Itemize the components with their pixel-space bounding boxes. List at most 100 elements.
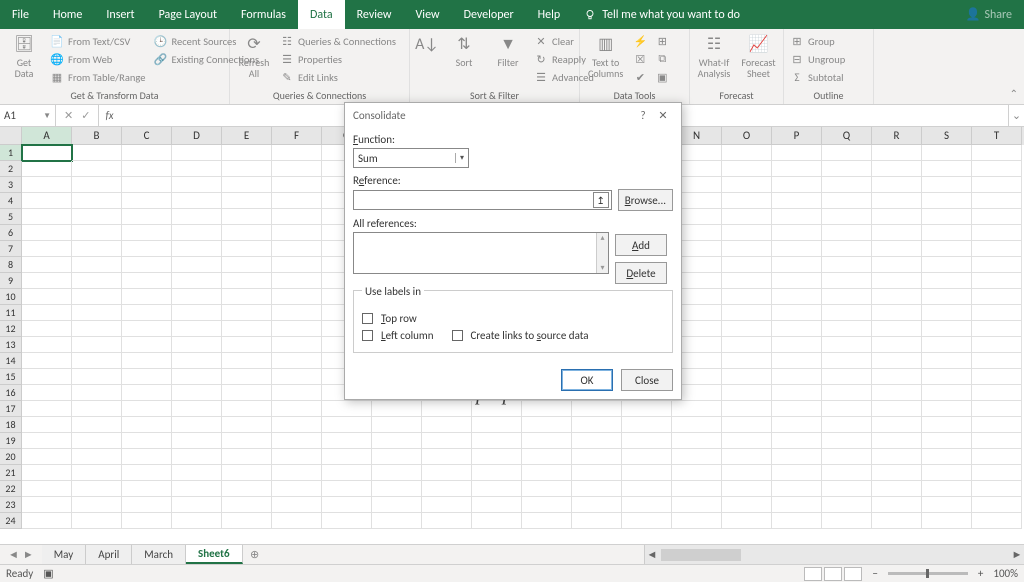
cell[interactable]: [172, 305, 222, 321]
cell[interactable]: [722, 321, 772, 337]
column-header[interactable]: P: [772, 127, 822, 145]
row-header[interactable]: 16: [0, 385, 22, 401]
cell[interactable]: [272, 353, 322, 369]
cell[interactable]: [722, 305, 772, 321]
data-model[interactable]: ▣: [653, 69, 671, 85]
top-row-checkbox[interactable]: Top row: [362, 312, 664, 325]
cell[interactable]: [272, 145, 322, 161]
cell[interactable]: [622, 417, 672, 433]
cell[interactable]: [772, 481, 822, 497]
expand-formula-bar[interactable]: ⌄: [1008, 105, 1024, 126]
cell[interactable]: [722, 497, 772, 513]
add-button[interactable]: Add: [615, 234, 667, 256]
cell[interactable]: [872, 401, 922, 417]
cell[interactable]: [472, 449, 522, 465]
cell[interactable]: [172, 433, 222, 449]
cell[interactable]: [572, 481, 622, 497]
cell[interactable]: [722, 337, 772, 353]
cell[interactable]: [772, 321, 822, 337]
cell[interactable]: [72, 161, 122, 177]
cell[interactable]: [822, 465, 872, 481]
cell[interactable]: [522, 465, 572, 481]
cell[interactable]: [22, 257, 72, 273]
cell[interactable]: [972, 145, 1022, 161]
cell[interactable]: [222, 257, 272, 273]
cell[interactable]: [72, 241, 122, 257]
cell[interactable]: [22, 481, 72, 497]
cell[interactable]: [222, 449, 272, 465]
column-header[interactable]: Q: [822, 127, 872, 145]
from-table-range[interactable]: ▦From Table/Range: [48, 69, 147, 85]
cell[interactable]: [322, 433, 372, 449]
cell[interactable]: [172, 385, 222, 401]
zoom-level[interactable]: 100%: [993, 567, 1018, 580]
cell[interactable]: [372, 401, 422, 417]
cell[interactable]: [772, 241, 822, 257]
cell[interactable]: [872, 433, 922, 449]
cell[interactable]: [272, 241, 322, 257]
page-layout-view-button[interactable]: [824, 567, 842, 581]
cell[interactable]: [772, 177, 822, 193]
cell[interactable]: [222, 145, 272, 161]
cell[interactable]: [722, 193, 772, 209]
close-button[interactable]: Close: [621, 369, 673, 391]
cell[interactable]: [972, 369, 1022, 385]
cell[interactable]: [872, 145, 922, 161]
cell[interactable]: [722, 385, 772, 401]
cell[interactable]: [772, 513, 822, 529]
cell[interactable]: [972, 385, 1022, 401]
cell[interactable]: [922, 225, 972, 241]
cell[interactable]: [72, 513, 122, 529]
cell[interactable]: [272, 257, 322, 273]
cell[interactable]: [522, 497, 572, 513]
cell[interactable]: [222, 481, 272, 497]
cell[interactable]: [822, 193, 872, 209]
cell[interactable]: [422, 481, 472, 497]
page-break-view-button[interactable]: [844, 567, 862, 581]
cell[interactable]: [822, 513, 872, 529]
row-header[interactable]: 2: [0, 161, 22, 177]
cell[interactable]: [872, 369, 922, 385]
cell[interactable]: [122, 321, 172, 337]
cell[interactable]: [322, 417, 372, 433]
cell[interactable]: [472, 513, 522, 529]
row-header[interactable]: 24: [0, 513, 22, 529]
cell[interactable]: [272, 417, 322, 433]
cell[interactable]: [822, 161, 872, 177]
delete-button[interactable]: Delete: [615, 262, 667, 284]
row-header[interactable]: 14: [0, 353, 22, 369]
row-header[interactable]: 10: [0, 289, 22, 305]
cell[interactable]: [922, 465, 972, 481]
share-button[interactable]: 👤 Share: [953, 0, 1024, 29]
cell[interactable]: [22, 385, 72, 401]
filter-button[interactable]: ▼Filter: [488, 33, 528, 70]
cell[interactable]: [172, 353, 222, 369]
cell[interactable]: [322, 513, 372, 529]
cell[interactable]: [672, 449, 722, 465]
tab-formulas[interactable]: Formulas: [229, 0, 298, 29]
zoom-slider[interactable]: [888, 572, 968, 575]
cell[interactable]: [822, 241, 872, 257]
cell[interactable]: [922, 433, 972, 449]
cell[interactable]: [872, 177, 922, 193]
cell[interactable]: [572, 417, 622, 433]
cancel-icon[interactable]: ✕: [64, 109, 73, 122]
cell[interactable]: [72, 385, 122, 401]
cell[interactable]: [172, 321, 222, 337]
column-header[interactable]: B: [72, 127, 122, 145]
cell[interactable]: [472, 433, 522, 449]
next-sheet-icon[interactable]: ►: [23, 548, 34, 561]
cell[interactable]: [972, 353, 1022, 369]
cell[interactable]: [272, 209, 322, 225]
cell[interactable]: [972, 449, 1022, 465]
cell[interactable]: [122, 433, 172, 449]
cell[interactable]: [922, 417, 972, 433]
cell[interactable]: [722, 417, 772, 433]
cell[interactable]: [522, 417, 572, 433]
cell[interactable]: [222, 497, 272, 513]
cell[interactable]: [22, 369, 72, 385]
cell[interactable]: [222, 513, 272, 529]
cell[interactable]: [472, 417, 522, 433]
cell[interactable]: [322, 497, 372, 513]
forecast-button[interactable]: 📈Forecast Sheet: [738, 33, 779, 81]
